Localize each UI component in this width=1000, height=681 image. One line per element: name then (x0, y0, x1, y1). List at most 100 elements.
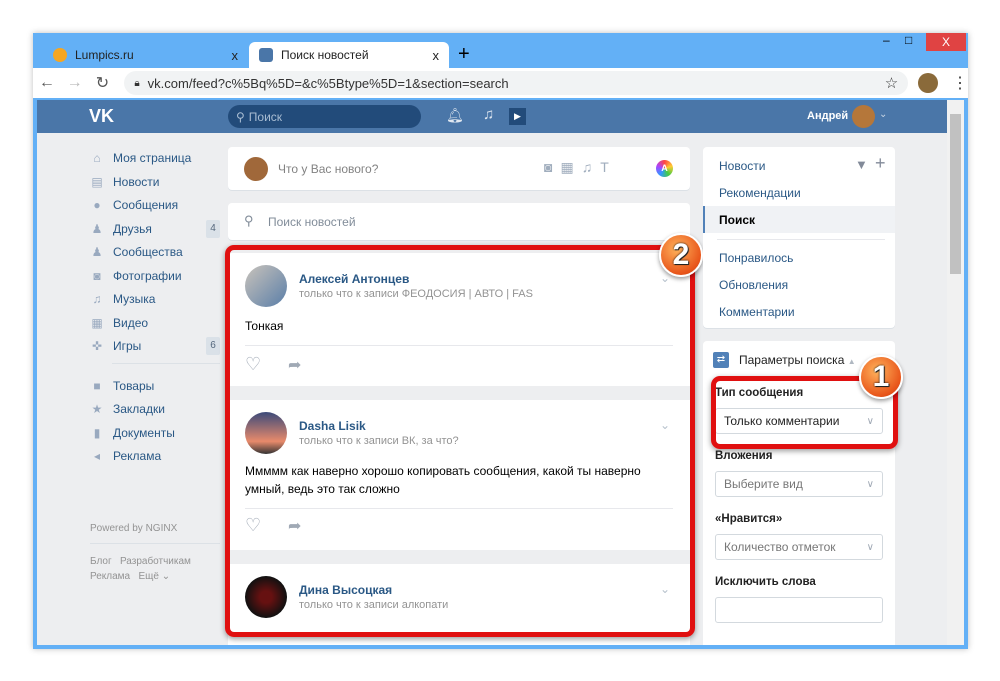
back-icon[interactable]: ← (33, 74, 61, 92)
chevron-down-icon: ∨ (866, 478, 874, 490)
chevron-down-icon[interactable]: ⌄ (879, 109, 887, 120)
camera-icon[interactable]: ◙ (544, 159, 560, 175)
params-toggle[interactable]: Параметры поиска ▲ (739, 353, 856, 367)
menu-search[interactable]: Поиск (719, 213, 755, 227)
scrollbar-thumb[interactable] (950, 114, 961, 274)
maximize-button[interactable]: □ (905, 33, 912, 47)
tab-label: Lumpics.ru (75, 48, 134, 62)
close-window-button[interactable]: X (926, 33, 966, 51)
close-tab-icon[interactable]: x (433, 48, 440, 63)
likes-label: «Нравится» (715, 513, 783, 525)
vk-logo[interactable]: VK (89, 106, 114, 127)
url-text: vk.com/feed?c%5Bq%5D=&c%5Btype%5D=1&sect… (147, 75, 509, 91)
sidebar-item[interactable]: ▤ Новости (90, 172, 220, 192)
menu-kebab-icon[interactable]: ⋮ (952, 73, 968, 93)
menu-news[interactable]: Новости (719, 159, 765, 173)
annotation-badge-2: 2 (659, 233, 703, 277)
feed-sections-menu: Новости ▼ + Рекомендации Поиск Понравило… (703, 147, 895, 328)
news-icon: ▤ (91, 174, 103, 189)
filter-icon[interactable]: ▼ (855, 157, 868, 172)
music-icon[interactable]: ♫ (582, 159, 601, 175)
page-content: ⌂ Моя страница ▤ Новости ● Сообщения ♟ Друзья 4 ♟… (37, 133, 947, 645)
sidebar-item[interactable]: ◂ Реклама (90, 446, 220, 466)
text-icon[interactable]: T (600, 159, 617, 175)
search-icon: ⚲ (244, 213, 254, 228)
minimize-button[interactable]: – (883, 33, 890, 47)
powered-by: Powered by NGINX (90, 523, 178, 534)
video-icon[interactable]: ▦ (560, 159, 581, 175)
close-tab-icon[interactable]: x (232, 48, 239, 63)
url-field[interactable]: 🔒︎ vk.com/feed?c%5Bq%5D=&c%5Btype%5D=1&s… (124, 71, 909, 95)
menu-comments[interactable]: Комментарии (719, 305, 795, 319)
menu-liked[interactable]: Понравилось (719, 251, 793, 265)
new-tab-button[interactable]: + (458, 43, 470, 66)
sidebar-count-badge: 4 (206, 219, 220, 238)
search-icon: ⚲ (236, 109, 245, 124)
composer-placeholder[interactable]: Что у Вас нового? (278, 162, 378, 176)
news-search-input[interactable]: ⚲ Поиск новостей (228, 203, 690, 240)
add-icon[interactable]: + (875, 153, 886, 174)
post-composer[interactable]: Что у Вас нового? ◙▦♫T A (228, 147, 690, 190)
play-icon[interactable]: ▶ (509, 108, 526, 125)
sidebar-item[interactable]: ♟ Сообщества (90, 242, 220, 262)
sidebar-count-badge: 6 (206, 337, 220, 355)
sidebar-item[interactable]: ♟ Друзья 4 (90, 219, 220, 239)
footer-ads[interactable]: Реклама (90, 571, 130, 582)
art-icon[interactable]: A (656, 160, 673, 177)
user-name[interactable]: Андрей (807, 110, 848, 122)
attachments-select[interactable]: Выберите вид ∨ (715, 471, 883, 497)
address-bar: ← → ↻ 🔒︎ vk.com/feed?c%5Bq%5D=&c%5Btype%… (33, 68, 968, 98)
likes-value: Количество отметок (724, 540, 836, 554)
bell-icon[interactable]: 🔔︎ (446, 107, 464, 124)
header-search-input[interactable]: ⚲ Поиск (228, 105, 421, 128)
sidebar-item[interactable]: ■ Товары (90, 376, 220, 396)
user-avatar[interactable] (852, 105, 875, 128)
sidebar-item-label: Друзья (113, 221, 152, 236)
sidebar-item[interactable]: ✜ Игры 6 (90, 336, 220, 356)
news-search-placeholder: Поиск новостей (268, 215, 356, 229)
caret-up-icon: ▲ (847, 357, 856, 366)
bookmark-star-icon[interactable]: ☆ (885, 74, 898, 92)
sidebar-item[interactable]: ♫ Музыка (90, 289, 220, 309)
footer-blog[interactable]: Блог (90, 556, 112, 567)
lumpics-favicon-icon (53, 48, 67, 62)
sidebar-item[interactable]: ⌂ Моя страница (90, 148, 220, 168)
reload-icon[interactable]: ↻ (89, 73, 117, 93)
sidebar-item-label: Видео (113, 315, 149, 330)
sidebar-item[interactable]: ▦ Видео (90, 313, 220, 333)
vk-header: VK ⚲ Поиск 🔔︎ ♫ ▶ Андрей ⌄ (37, 100, 947, 133)
divider (112, 363, 220, 364)
sidebar-item[interactable]: ● Сообщения (90, 195, 220, 215)
sidebar-item-label: Новости (113, 174, 160, 189)
footer-developers[interactable]: Разработчикам (120, 556, 191, 567)
tab-news-search[interactable]: Поиск новостей x (249, 42, 449, 68)
lock-icon: 🔒︎ (134, 77, 140, 89)
forward-icon[interactable]: → (61, 74, 89, 92)
scrollbar[interactable] (947, 100, 964, 645)
params-title: Параметры поиска (739, 353, 845, 367)
sidebar-item[interactable]: ▮ Документы (90, 423, 220, 443)
footer-links: Блог Разработчикам Реклама Ещё ⌄ (90, 556, 191, 587)
exclude-words-input[interactable] (715, 597, 883, 623)
sidebar-item-label: Игры (113, 339, 142, 353)
settings-sliders-icon: ⇄ (713, 352, 729, 368)
vk-favicon-icon (259, 48, 273, 62)
sidebar-item-label: Моя страница (113, 151, 192, 165)
music-icon[interactable]: ♫ (483, 106, 494, 123)
attachment-icons: ◙▦♫T (544, 159, 617, 176)
footer-more[interactable]: Ещё ⌄ (138, 571, 170, 582)
menu-recommendations[interactable]: Рекомендации (719, 186, 801, 200)
communities-icon: ♟ (91, 245, 103, 259)
sidebar-item-label: Фотографии (113, 268, 182, 283)
profile-avatar[interactable] (918, 73, 939, 93)
sidebar-item-label: Сообщения (113, 198, 179, 212)
sidebar-item[interactable]: ★ Закладки (90, 399, 220, 419)
highlight-box-2 (225, 245, 695, 637)
tab-label: Поиск новостей (281, 48, 369, 62)
likes-select[interactable]: Количество отметок ∨ (715, 534, 883, 560)
sidebar-item-label: Документы (113, 425, 175, 440)
sidebar-item[interactable]: ◙ Фотографии (90, 266, 220, 286)
user-avatar (244, 157, 268, 181)
menu-updates[interactable]: Обновления (719, 278, 788, 292)
tab-lumpics[interactable]: Lumpics.ru x (43, 42, 248, 68)
